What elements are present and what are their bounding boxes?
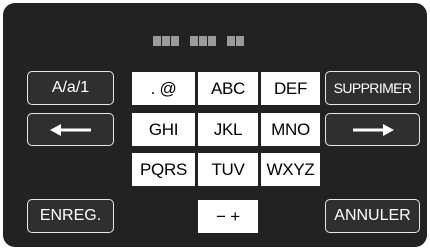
pqrs-key[interactable]: PQRS xyxy=(132,153,195,186)
delete-button[interactable]: SUPPRIMER xyxy=(325,71,420,105)
character-input-screen: A/a/1 . @ ABC DEF SUPPRIMER GHI JKL MNO … xyxy=(3,3,427,247)
jkl-key[interactable]: JKL xyxy=(198,113,258,146)
masked-character xyxy=(153,36,161,46)
entered-text-field xyxy=(153,34,281,48)
symbols-key[interactable]: . @ xyxy=(132,72,195,105)
tuv-key[interactable]: TUV xyxy=(198,153,258,186)
save-button[interactable]: ENREG. xyxy=(27,199,114,233)
masked-character xyxy=(227,36,235,46)
mno-key[interactable]: MNO xyxy=(261,113,320,146)
character-gap xyxy=(180,36,189,46)
mode-button[interactable]: A/a/1 xyxy=(27,71,114,105)
cancel-button[interactable]: ANNULER xyxy=(325,199,420,233)
cursor-left-button[interactable] xyxy=(27,113,114,146)
masked-character xyxy=(190,36,198,46)
wxyz-key[interactable]: WXYZ xyxy=(261,153,320,186)
ghi-key[interactable]: GHI xyxy=(132,113,195,146)
character-gap xyxy=(217,36,226,46)
arrow-right-icon xyxy=(351,123,395,137)
cursor-right-button[interactable] xyxy=(325,113,420,146)
masked-character xyxy=(171,36,179,46)
masked-character xyxy=(208,36,216,46)
def-key[interactable]: DEF xyxy=(261,72,320,105)
arrow-left-icon xyxy=(49,123,93,137)
masked-character xyxy=(199,36,207,46)
masked-character xyxy=(236,36,244,46)
abc-key[interactable]: ABC xyxy=(198,72,258,105)
masked-character xyxy=(162,36,170,46)
minus-plus-key[interactable]: − + xyxy=(198,200,258,233)
